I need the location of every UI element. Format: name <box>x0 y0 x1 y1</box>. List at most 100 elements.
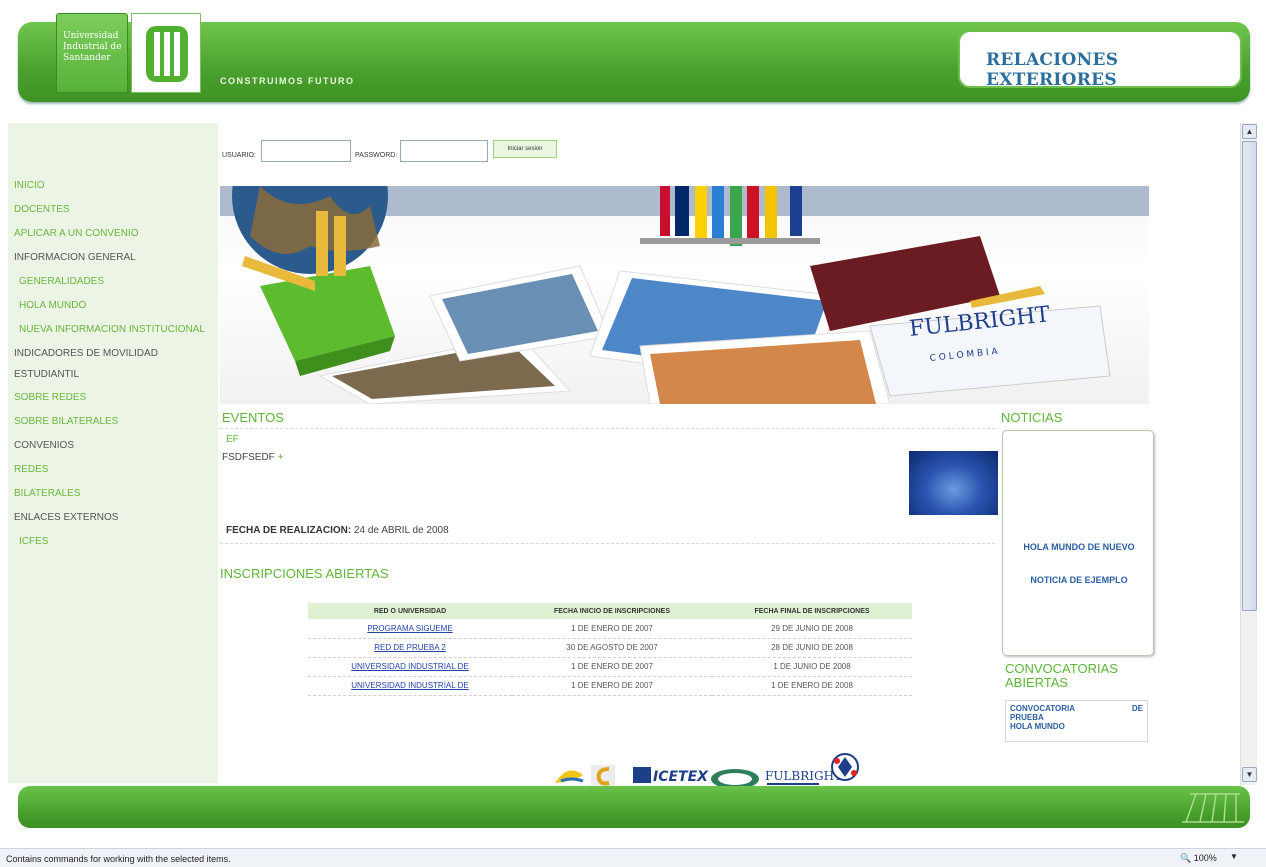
divider <box>220 428 995 429</box>
table-cell: 30 DE AGOSTO DE 2007 <box>512 638 712 658</box>
sidebar-item-enlaces-externos[interactable]: ENLACES EXTERNOS <box>14 512 118 523</box>
sidebar-item-redes[interactable]: REDES <box>14 464 48 475</box>
zoom-level[interactable]: 🔍 100% <box>1180 853 1217 864</box>
sidebar-item-bilaterales[interactable]: BILATERALES <box>14 488 81 499</box>
sidebar-item-generalidades[interactable]: GENERALIDADES <box>19 276 104 287</box>
column-header: RED O UNIVERSIDAD <box>308 603 512 619</box>
university-name-line: Universidad <box>63 31 119 41</box>
event-date-value: 24 de ABRIL de 2008 <box>353 525 449 536</box>
convocatoria-text: CONVOCATORIA <box>1010 704 1076 713</box>
noticias-title: NOTICIAS <box>1001 410 1063 425</box>
inscripciones-title: INSCRIPCIONES ABIERTAS <box>220 566 389 581</box>
sidebar-item-aplicar-convenio[interactable]: APLICAR A UN CONVENIO <box>14 228 138 239</box>
scroll-down-arrow-icon[interactable]: ▼ <box>1242 767 1257 782</box>
event-name-text: FSDFSEDF <box>222 452 275 463</box>
event-more-link[interactable]: + <box>278 452 284 463</box>
divider <box>220 543 995 544</box>
partner-logo-globe[interactable] <box>831 753 859 781</box>
partner-logo-fulbright[interactable]: FULBRIGHT <box>765 769 842 785</box>
scrollbar-thumb[interactable] <box>1242 141 1257 611</box>
news-link[interactable]: HOLA MUNDO DE NUEVO <box>1003 542 1155 552</box>
table-cell: 1 DE ENERO DE 2007 <box>512 657 712 677</box>
partner-fulbright-text: FULBRIGHT <box>765 769 842 783</box>
event-date-label: FECHA DE REALIZACION: <box>226 525 352 536</box>
sidebar-item-docentes[interactable]: DOCENTES <box>14 204 70 215</box>
sidebar-item-convenios[interactable]: CONVENIOS <box>14 440 74 451</box>
sidebar-item-inicio[interactable]: INICIO <box>14 180 45 191</box>
convocatorias-box: CONVOCATORIA DE PRUEBA HOLA MUNDO <box>1005 700 1148 742</box>
table-cell: 28 DE JUNIO DE 2008 <box>712 638 912 658</box>
red-link[interactable]: UNIVERSIDAD INDUSTRIAL DE <box>351 681 469 690</box>
partner-logo-icetex[interactable]: ICETEX <box>633 767 709 785</box>
password-input[interactable] <box>400 140 488 162</box>
browser-viewport: { "header": { "university_name_lines": [… <box>0 0 1266 867</box>
partner-icetex-text: ICETEX <box>653 769 709 785</box>
partner-logo-sun[interactable] <box>555 770 584 784</box>
status-text: Contains commands for working with the s… <box>6 854 231 864</box>
event-date: FECHA DE REALIZACION: 24 de ABRIL de 200… <box>226 525 449 536</box>
table-row: RED DE PRUEBA 2 30 DE AGOSTO DE 2007 28 … <box>308 638 912 658</box>
table-row: PROGRAMA SIGUEME 1 DE ENERO DE 2007 29 D… <box>308 619 912 639</box>
slogan: CONSTRUIMOS FUTURO <box>220 76 355 86</box>
table-cell: PROGRAMA SIGUEME <box>308 619 512 639</box>
partner-logo-ellipse[interactable] <box>711 769 759 789</box>
convocatoria-text: DE <box>1131 704 1143 713</box>
event-image[interactable] <box>909 451 998 515</box>
site-footer <box>18 786 1250 828</box>
convocatoria-text[interactable]: PRUEBA <box>1010 713 1143 722</box>
table-cell: UNIVERSIDAD INDUSTRIAL DE <box>308 676 512 696</box>
usuario-label: USUARIO: <box>222 152 256 159</box>
zoom-value: 100% <box>1193 853 1217 863</box>
university-name-line: Santander <box>63 53 111 63</box>
sidebar-item-indicadores-movilidad[interactable]: INDICADORES DE MOVILIDAD <box>14 348 158 359</box>
event-name: FSDFSEDF + <box>222 452 283 463</box>
sidebar-item-estudiantil[interactable]: ESTUDIANTIL <box>14 369 79 380</box>
sidebar-item-sobre-bilaterales[interactable]: SOBRE BILATERALES <box>14 416 118 427</box>
password-label: PASSWORD: <box>355 152 398 159</box>
table-row: UNIVERSIDAD INDUSTRIAL DE 1 DE ENERO DE … <box>308 676 912 696</box>
zoom-icon: 🔍 <box>1180 853 1192 863</box>
usuario-input[interactable] <box>261 140 351 162</box>
column-header: FECHA INICIO DE INSCRIPCIONES <box>512 603 712 619</box>
inscripciones-table: RED O UNIVERSIDAD FECHA INICIO DE INSCRI… <box>308 603 912 696</box>
convocatorias-title: CONVOCATORIAS ABIERTAS <box>1005 661 1118 690</box>
convocatoria-link[interactable]: CONVOCATORIA DE <box>1010 704 1143 713</box>
zoom-dropdown-icon[interactable]: ▼ <box>1230 852 1238 861</box>
table-cell: UNIVERSIDAD INDUSTRIAL DE <box>308 657 512 677</box>
red-link[interactable]: PROGRAMA SIGUEME <box>367 624 452 633</box>
sidebar-item-sobre-redes[interactable]: SOBRE REDES <box>14 392 86 403</box>
table-header-row: RED O UNIVERSIDAD FECHA INICIO DE INSCRI… <box>308 603 912 619</box>
convocatoria-link[interactable]: HOLA MUNDO <box>1010 722 1143 731</box>
partner-logo-c[interactable] <box>591 765 615 787</box>
table-row: UNIVERSIDAD INDUSTRIAL DE 1 DE ENERO DE … <box>308 657 912 677</box>
site-title-box: RELACIONES EXTERIORES <box>958 30 1242 90</box>
event-code-link[interactable]: EF <box>226 434 239 445</box>
noticias-box: HOLA MUNDO DE NUEVO NOTICIA DE EJEMPLO <box>1002 430 1154 656</box>
eventos-title: EVENTOS <box>222 410 284 425</box>
red-link[interactable]: UNIVERSIDAD INDUSTRIAL DE <box>351 662 469 671</box>
site-title: RELACIONES EXTERIORES <box>986 50 1119 90</box>
login-button[interactable]: Iniciar sesion <box>493 140 557 158</box>
sidebar-item-hola-mundo[interactable]: HOLA MUNDO <box>19 300 86 311</box>
university-name-line: Industrial de <box>63 42 122 52</box>
sidebar-item-icfes[interactable]: ICFES <box>19 536 48 547</box>
red-link[interactable]: RED DE PRUEBA 2 <box>374 643 446 652</box>
table-cell: 1 DE ENERO DE 2008 <box>712 676 912 696</box>
vertical-scrollbar[interactable]: ▲ ▼ <box>1240 123 1257 785</box>
partner-logos: ICETEX FULBRIGHT <box>553 753 873 789</box>
news-link[interactable]: NOTICIA DE EJEMPLO <box>1003 575 1155 585</box>
table-cell: 1 DE JUNIO DE 2008 <box>712 657 912 677</box>
sidebar-item-informacion-general[interactable]: INFORMACION GENERAL <box>14 252 136 263</box>
header-banner-image: FULBRIGHT C O L O M B I A <box>220 186 1149 404</box>
table-cell: 29 DE JUNIO DE 2008 <box>712 619 912 639</box>
status-bar: Contains commands for working with the s… <box>0 848 1266 867</box>
table-cell: 1 DE ENERO DE 2007 <box>512 619 712 639</box>
table-cell: RED DE PRUEBA 2 <box>308 638 512 658</box>
scroll-up-arrow-icon[interactable]: ▲ <box>1242 124 1257 139</box>
left-panel <box>8 123 218 783</box>
sidebar-item-nueva-informacion[interactable]: NUEVA INFORMACION INSTITUCIONAL <box>19 324 205 335</box>
column-header: FECHA FINAL DE INSCRIPCIONES <box>712 603 912 619</box>
table-cell: 1 DE ENERO DE 2007 <box>512 676 712 696</box>
uis-logo[interactable] <box>131 13 201 93</box>
university-name-box[interactable]: Universidad Industrial de Santander <box>56 13 128 93</box>
